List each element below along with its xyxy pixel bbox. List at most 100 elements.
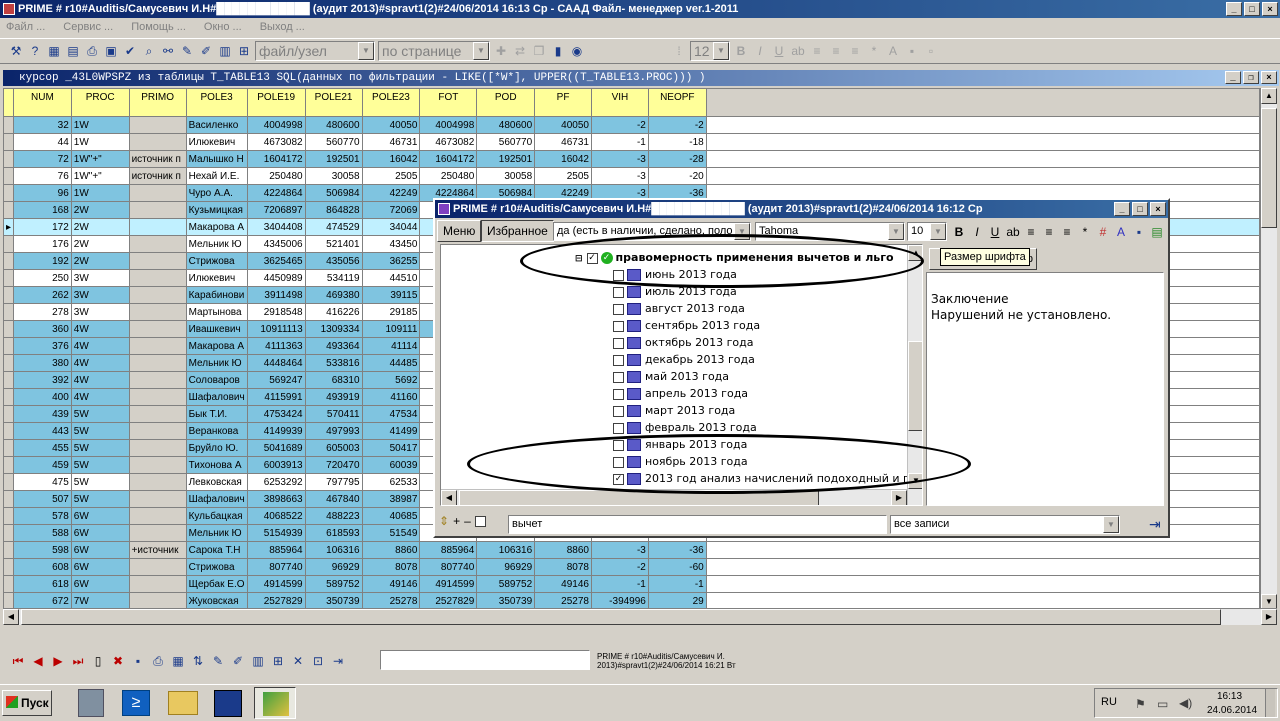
table-cell[interactable]: 25278 xyxy=(361,592,421,610)
table-row[interactable]: 72 1W"+" источник п Малышко Н 1604172 192501 1… xyxy=(3,150,1260,168)
table-cell[interactable] xyxy=(128,558,187,576)
prev-record-icon[interactable]: ◀ xyxy=(30,653,46,669)
table-cell[interactable]: 60039 xyxy=(361,456,421,474)
hscroll-thumb[interactable] xyxy=(21,609,1221,625)
column-header-pole19[interactable]: POLE19 xyxy=(246,88,306,117)
table-cell[interactable]: 588 xyxy=(13,524,72,542)
edit-record-icon[interactable]: ✎ xyxy=(210,653,226,669)
table-cell[interactable]: 176 xyxy=(13,235,72,253)
table-cell[interactable] xyxy=(128,303,187,321)
table-cell[interactable]: 192 xyxy=(13,252,72,270)
table-cell[interactable]: 605003 xyxy=(304,439,363,457)
row-indicator[interactable] xyxy=(3,235,15,253)
table-cell[interactable]: 4W xyxy=(70,354,130,372)
table-cell[interactable]: 6W xyxy=(70,541,130,559)
tree-item[interactable]: май 2013 года xyxy=(613,368,729,385)
table-cell[interactable]: Нехай И.Е. xyxy=(185,167,248,185)
table-cell[interactable]: 39115 xyxy=(361,286,421,304)
tree-scroll-thumb[interactable] xyxy=(908,341,922,431)
table-cell[interactable]: +источник xyxy=(128,541,187,559)
table-cell[interactable]: 3404408 xyxy=(246,218,306,236)
table-cell[interactable]: -1 xyxy=(647,575,707,593)
table-cell[interactable]: 376 xyxy=(13,337,72,355)
table-cell[interactable]: 40050 xyxy=(534,116,592,134)
collapse-icon[interactable]: ⊟ xyxy=(575,254,583,264)
table-cell[interactable]: 493364 xyxy=(304,337,363,355)
table-cell[interactable]: 49146 xyxy=(361,575,421,593)
table-cell[interactable]: 40685 xyxy=(361,507,421,525)
table-cell[interactable]: 885964 xyxy=(419,541,478,559)
table-cell[interactable]: 5692 xyxy=(361,371,421,389)
column-header-pole3[interactable]: POLE3 xyxy=(185,88,248,117)
table-cell[interactable]: 109111 xyxy=(361,320,421,338)
table-cell[interactable]: 250480 xyxy=(246,167,306,185)
table-cell[interactable]: 4673082 xyxy=(246,133,306,151)
tree-scroll-right-icon[interactable]: ▶ xyxy=(891,490,907,505)
table-cell[interactable]: 360 xyxy=(13,320,72,338)
table-cell[interactable]: 4068522 xyxy=(246,507,306,525)
chevron-down-icon[interactable]: ▼ xyxy=(473,42,489,60)
table-row[interactable]: 32 1W Василенко 4004998 480600 40050 4004998 48… xyxy=(3,116,1260,134)
chevron-down-icon[interactable]: ▼ xyxy=(734,223,750,240)
column-header-pole21[interactable]: POLE21 xyxy=(304,88,363,117)
star-icon[interactable]: * xyxy=(866,43,882,59)
tree-item[interactable]: июнь 2013 года xyxy=(613,266,737,283)
table-cell[interactable]: 5W xyxy=(70,422,130,440)
table-cell[interactable] xyxy=(128,575,187,593)
table-cell[interactable]: -394996 xyxy=(590,592,649,610)
table-cell[interactable]: -3 xyxy=(590,167,649,185)
table-cell[interactable] xyxy=(128,371,187,389)
table-cell[interactable]: 469380 xyxy=(304,286,363,304)
row-indicator[interactable] xyxy=(3,524,15,542)
table-cell[interactable]: 4914599 xyxy=(419,575,478,593)
save-icon[interactable]: ▪ xyxy=(904,43,920,59)
dialog-bold-icon[interactable]: B xyxy=(951,224,967,240)
table-cell[interactable]: 96929 xyxy=(476,558,536,576)
tree-view[interactable]: ⊟ ✓ ✓ правомерность применения вычетов и ль… xyxy=(440,244,923,506)
table-cell[interactable] xyxy=(128,218,187,236)
chart-icon[interactable]: ▥ xyxy=(217,43,233,59)
new-record-icon[interactable]: ▯ xyxy=(90,653,106,669)
tree-record-icon[interactable]: ⊞ xyxy=(270,653,286,669)
table-cell[interactable]: Стрижова xyxy=(185,252,248,270)
tree-item-checkbox[interactable] xyxy=(613,286,624,298)
volume-icon[interactable]: ◀) xyxy=(1179,696,1192,710)
table-cell[interactable]: Стрижова xyxy=(185,558,248,576)
table-row[interactable]: 618 6W Щербак Е.О 4914599 589752 49146 4914599… xyxy=(3,575,1260,593)
table-cell[interactable]: Тихонова А xyxy=(185,456,248,474)
align-center-icon[interactable]: ≡ xyxy=(828,43,844,59)
tree-item[interactable]: март 2013 года xyxy=(613,402,735,419)
table-cell[interactable]: 1W xyxy=(70,116,130,134)
tab-menu[interactable]: Меню xyxy=(437,220,482,242)
table-cell[interactable]: 47534 xyxy=(361,405,421,423)
scroll-thumb[interactable] xyxy=(1261,108,1277,228)
tree-horizontal-scrollbar[interactable]: ◀ ▶ xyxy=(441,489,907,505)
exit-icon[interactable]: ⇥ xyxy=(1149,516,1161,533)
table-cell[interactable]: 4914599 xyxy=(246,575,306,593)
table-cell[interactable]: 885964 xyxy=(246,541,306,559)
table-cell[interactable] xyxy=(128,337,187,355)
column-header-pole23[interactable]: POLE23 xyxy=(361,88,421,117)
bold-icon[interactable]: B xyxy=(733,43,749,59)
table-cell[interactable]: 2W xyxy=(70,201,130,219)
table-cell[interactable]: -2 xyxy=(590,116,649,134)
table-cell[interactable]: -2 xyxy=(647,116,707,134)
column-header-fot[interactable]: FOT xyxy=(419,88,478,117)
table-cell[interactable]: 1W xyxy=(70,184,130,202)
tab-favorites[interactable]: Избранное xyxy=(481,220,554,242)
network-tray-icon[interactable]: ▭ xyxy=(1157,697,1168,711)
cursor-window-title-bar[interactable]: курсор _43L0WPSPZ из таблицы T_TABLE13 S… xyxy=(3,70,1279,86)
table-cell[interactable]: 480600 xyxy=(304,116,363,134)
file-node-combo[interactable]: файл/узел ▼ xyxy=(255,41,375,61)
table-cell[interactable]: 44 xyxy=(13,133,72,151)
table-cell[interactable] xyxy=(128,456,187,474)
tree-item-checkbox[interactable] xyxy=(613,320,624,332)
floppy-icon[interactable] xyxy=(214,690,242,717)
table-cell[interactable]: 8078 xyxy=(534,558,592,576)
table-cell[interactable]: 578 xyxy=(13,507,72,525)
row-indicator[interactable] xyxy=(3,150,15,168)
table-cell[interactable] xyxy=(128,133,187,151)
table-cell[interactable]: 618 xyxy=(13,575,72,593)
table-cell[interactable]: 1309334 xyxy=(304,320,363,338)
row-indicator[interactable] xyxy=(3,541,15,559)
